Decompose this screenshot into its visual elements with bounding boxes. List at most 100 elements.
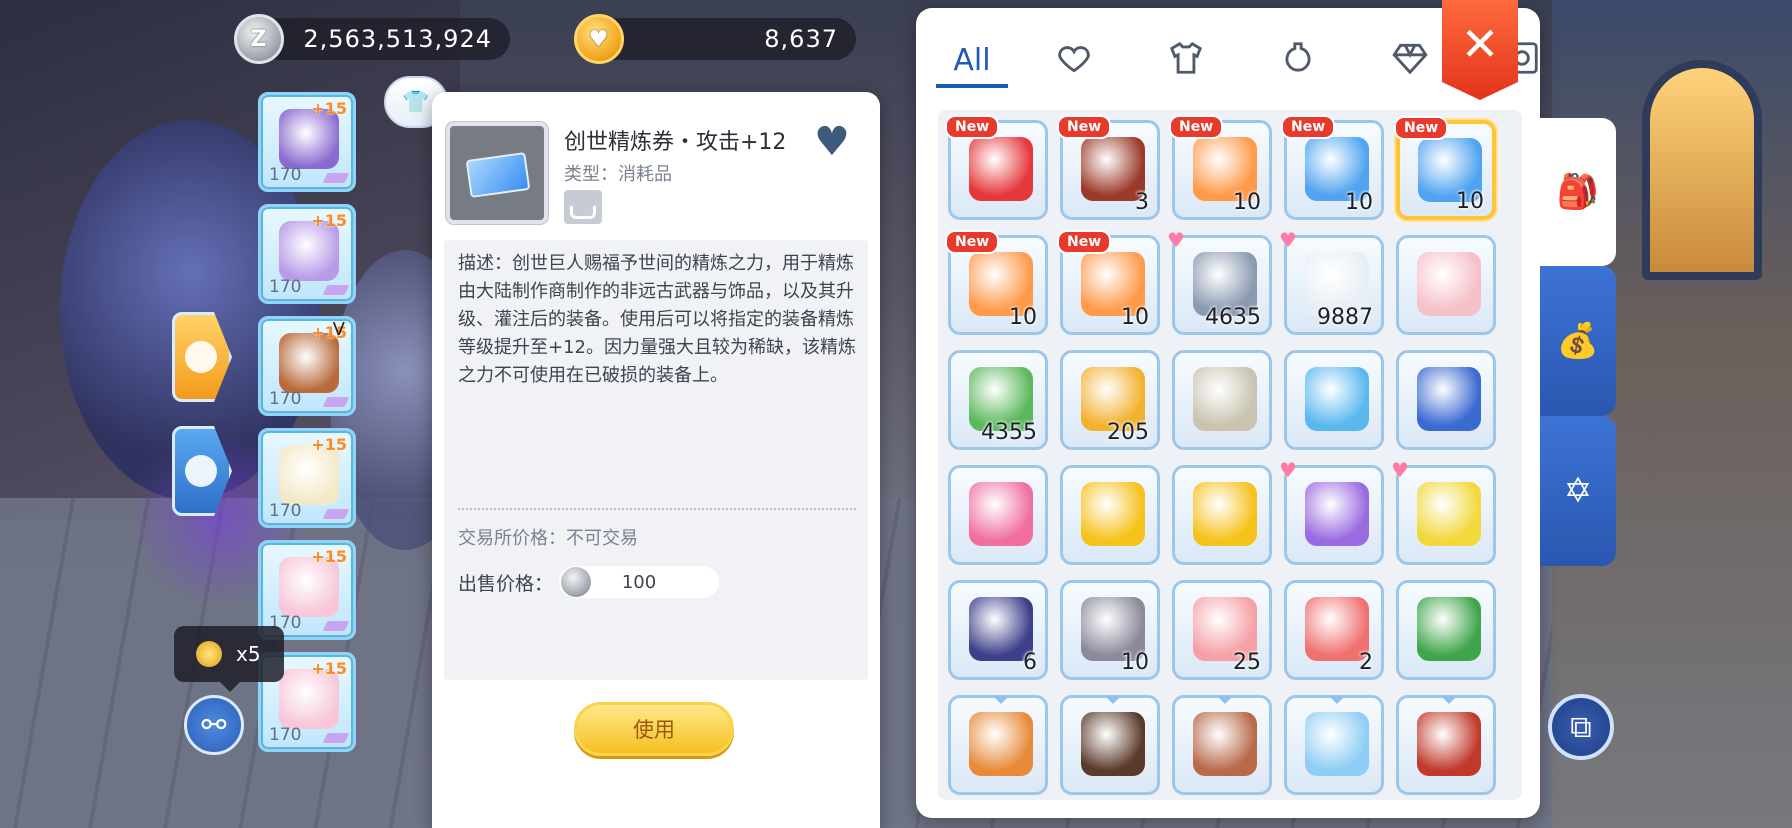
equipment-slot[interactable]: +15 170 (258, 428, 356, 528)
inventory-panel: All ✕ New New 3 New 10 New 10 New 10 New 10 New 10 ♥ 4… (916, 0, 1540, 818)
item-count: 4355 (981, 420, 1037, 445)
item-count: 4635 (1205, 305, 1261, 330)
inventory-slot[interactable]: New 10 (1169, 115, 1272, 220)
inventory-slot[interactable]: New 10 (1281, 115, 1384, 220)
inventory-slot[interactable] (948, 695, 1048, 795)
refine-level: +15 (311, 211, 347, 230)
inventory-slot[interactable]: 6 (948, 580, 1048, 680)
inventory-slot[interactable]: 205 (1060, 350, 1160, 450)
inventory-slot[interactable] (1396, 580, 1496, 680)
use-button[interactable]: 使用 (574, 702, 734, 756)
brown-cloak-icon (279, 333, 339, 393)
inventory-slot[interactable] (1396, 695, 1496, 795)
tab-diamond[interactable] (1372, 36, 1448, 88)
diamond-balance: ♥ 8,637 (574, 14, 856, 64)
refine-level: +15 (311, 659, 347, 678)
inventory-slot[interactable]: New 10 (945, 230, 1048, 335)
item-count: 10 (1121, 305, 1149, 330)
fish-mask-icon (279, 109, 339, 169)
inventory-slot[interactable] (1172, 465, 1272, 565)
favorite-heart-icon: ♥ (1167, 228, 1185, 252)
inventory-slot[interactable]: 4355 (948, 350, 1048, 450)
zeny-coin-icon (561, 567, 592, 597)
item-count: 205 (1107, 420, 1149, 445)
flower-branch-icon (279, 557, 339, 617)
close-button[interactable]: ✕ (1442, 0, 1518, 100)
item-count: 25 (1233, 650, 1261, 675)
inventory-slot[interactable] (1396, 350, 1496, 450)
inventory-slot[interactable] (1284, 350, 1384, 450)
inventory-slot[interactable]: 10 (1060, 580, 1160, 680)
inventory-slot[interactable] (1284, 695, 1384, 795)
expand-marker (1441, 696, 1457, 712)
gift-box-icon (1417, 367, 1481, 431)
sell-price-label: 出售价格： (458, 572, 554, 595)
magic-circle-icon: ✡ (1563, 471, 1593, 511)
tab-backpack[interactable]: 🎒 (1540, 118, 1616, 266)
inventory-slot[interactable]: New 10 (1057, 230, 1160, 335)
heart-icon (1055, 39, 1093, 85)
equipment-slot[interactable]: +15 V 170 (258, 316, 356, 416)
favorite-heart-icon: ♥ (1279, 228, 1297, 252)
tab-magic-circle[interactable]: ✡ (1540, 416, 1616, 566)
equipment-slot[interactable]: +15 170 (258, 92, 356, 192)
quick-use-button[interactable]: ⧉ (1548, 694, 1614, 760)
equipment-slot[interactable]: +15 170 (258, 540, 356, 640)
pet-egg-icon (1193, 712, 1257, 776)
expand-marker (1105, 696, 1121, 712)
green-book-icon (1417, 597, 1481, 661)
equipment-level: 170 (269, 277, 302, 297)
refine-level: +15 (311, 547, 347, 566)
variant-mark: V (332, 319, 345, 340)
inventory-slot[interactable] (1060, 695, 1160, 795)
crystal-ball-icon (1305, 367, 1369, 431)
item-count: 10 (1009, 305, 1037, 330)
tab-potion[interactable] (1260, 36, 1336, 88)
inventory-slot[interactable]: New (945, 115, 1048, 220)
red-envelope-icon (969, 137, 1033, 201)
storage-icon[interactable] (564, 190, 602, 224)
description-box: 描述：创世巨人赐福予世间的精炼之力，用于精炼由大陆制作商制作的非远古武器与饰品，… (444, 240, 868, 680)
cake-icon (1417, 252, 1481, 316)
item-type: 类型：消耗品 (564, 164, 672, 185)
tab-shirt[interactable] (1148, 36, 1224, 88)
pink-scroll-icon (969, 482, 1033, 546)
favorite-heart-icon[interactable]: ♥ (814, 122, 858, 162)
inventory-slot[interactable] (1060, 465, 1160, 565)
inventory-slot[interactable] (1396, 235, 1496, 335)
inventory-slot[interactable]: 25 (1172, 580, 1272, 680)
inventory-slot[interactable]: New 10 (1394, 116, 1496, 220)
new-badge: New (1057, 115, 1112, 139)
inventory-slot[interactable]: ♥ 9887 (1279, 228, 1384, 335)
inventory-slot[interactable]: New 3 (1057, 115, 1160, 220)
zeny-balance: Z 2,563,513,924 (234, 14, 510, 64)
inventory-slot[interactable]: ♥ 4635 (1167, 228, 1272, 335)
zeny-bag-icon: 💰 (1556, 321, 1600, 361)
new-badge: New (1169, 115, 1224, 139)
red-book-icon (1417, 712, 1481, 776)
angel-shoes-icon (279, 445, 339, 505)
inventory-slot[interactable] (948, 465, 1048, 565)
equipment-slot[interactable]: +15 170 (258, 204, 356, 304)
equipment-level: 170 (269, 725, 302, 745)
item-count: 9887 (1317, 305, 1373, 330)
tab-heart[interactable] (1036, 36, 1112, 88)
inventory-slot[interactable]: ♥ (1279, 458, 1384, 565)
person-icon (185, 455, 217, 487)
coin-reward-tooltip: x5 (174, 626, 284, 692)
inventory-slot[interactable]: ♥ (1391, 458, 1496, 565)
item-detail-icon (446, 122, 548, 224)
inventory-slot[interactable] (1172, 695, 1272, 795)
flower-branch-icon (279, 669, 339, 729)
inventory-slot[interactable] (1172, 350, 1272, 450)
rarity-tag (322, 173, 350, 183)
inventory-grid: New New 3 New 10 New 10 New 10 New 10 New 10 ♥ 4635 ♥ 98… (938, 110, 1522, 800)
tab-zeny-bag[interactable]: 💰 (1540, 266, 1616, 416)
new-badge: New (945, 230, 1000, 254)
potion-icon (1279, 39, 1317, 85)
shirt-icon (185, 341, 217, 373)
share-button[interactable]: ⚯ (184, 695, 244, 755)
inventory-slot[interactable]: 2 (1284, 580, 1384, 680)
tab-all[interactable]: All (936, 36, 1008, 88)
cat-coin-icon: ♥ (574, 14, 624, 64)
